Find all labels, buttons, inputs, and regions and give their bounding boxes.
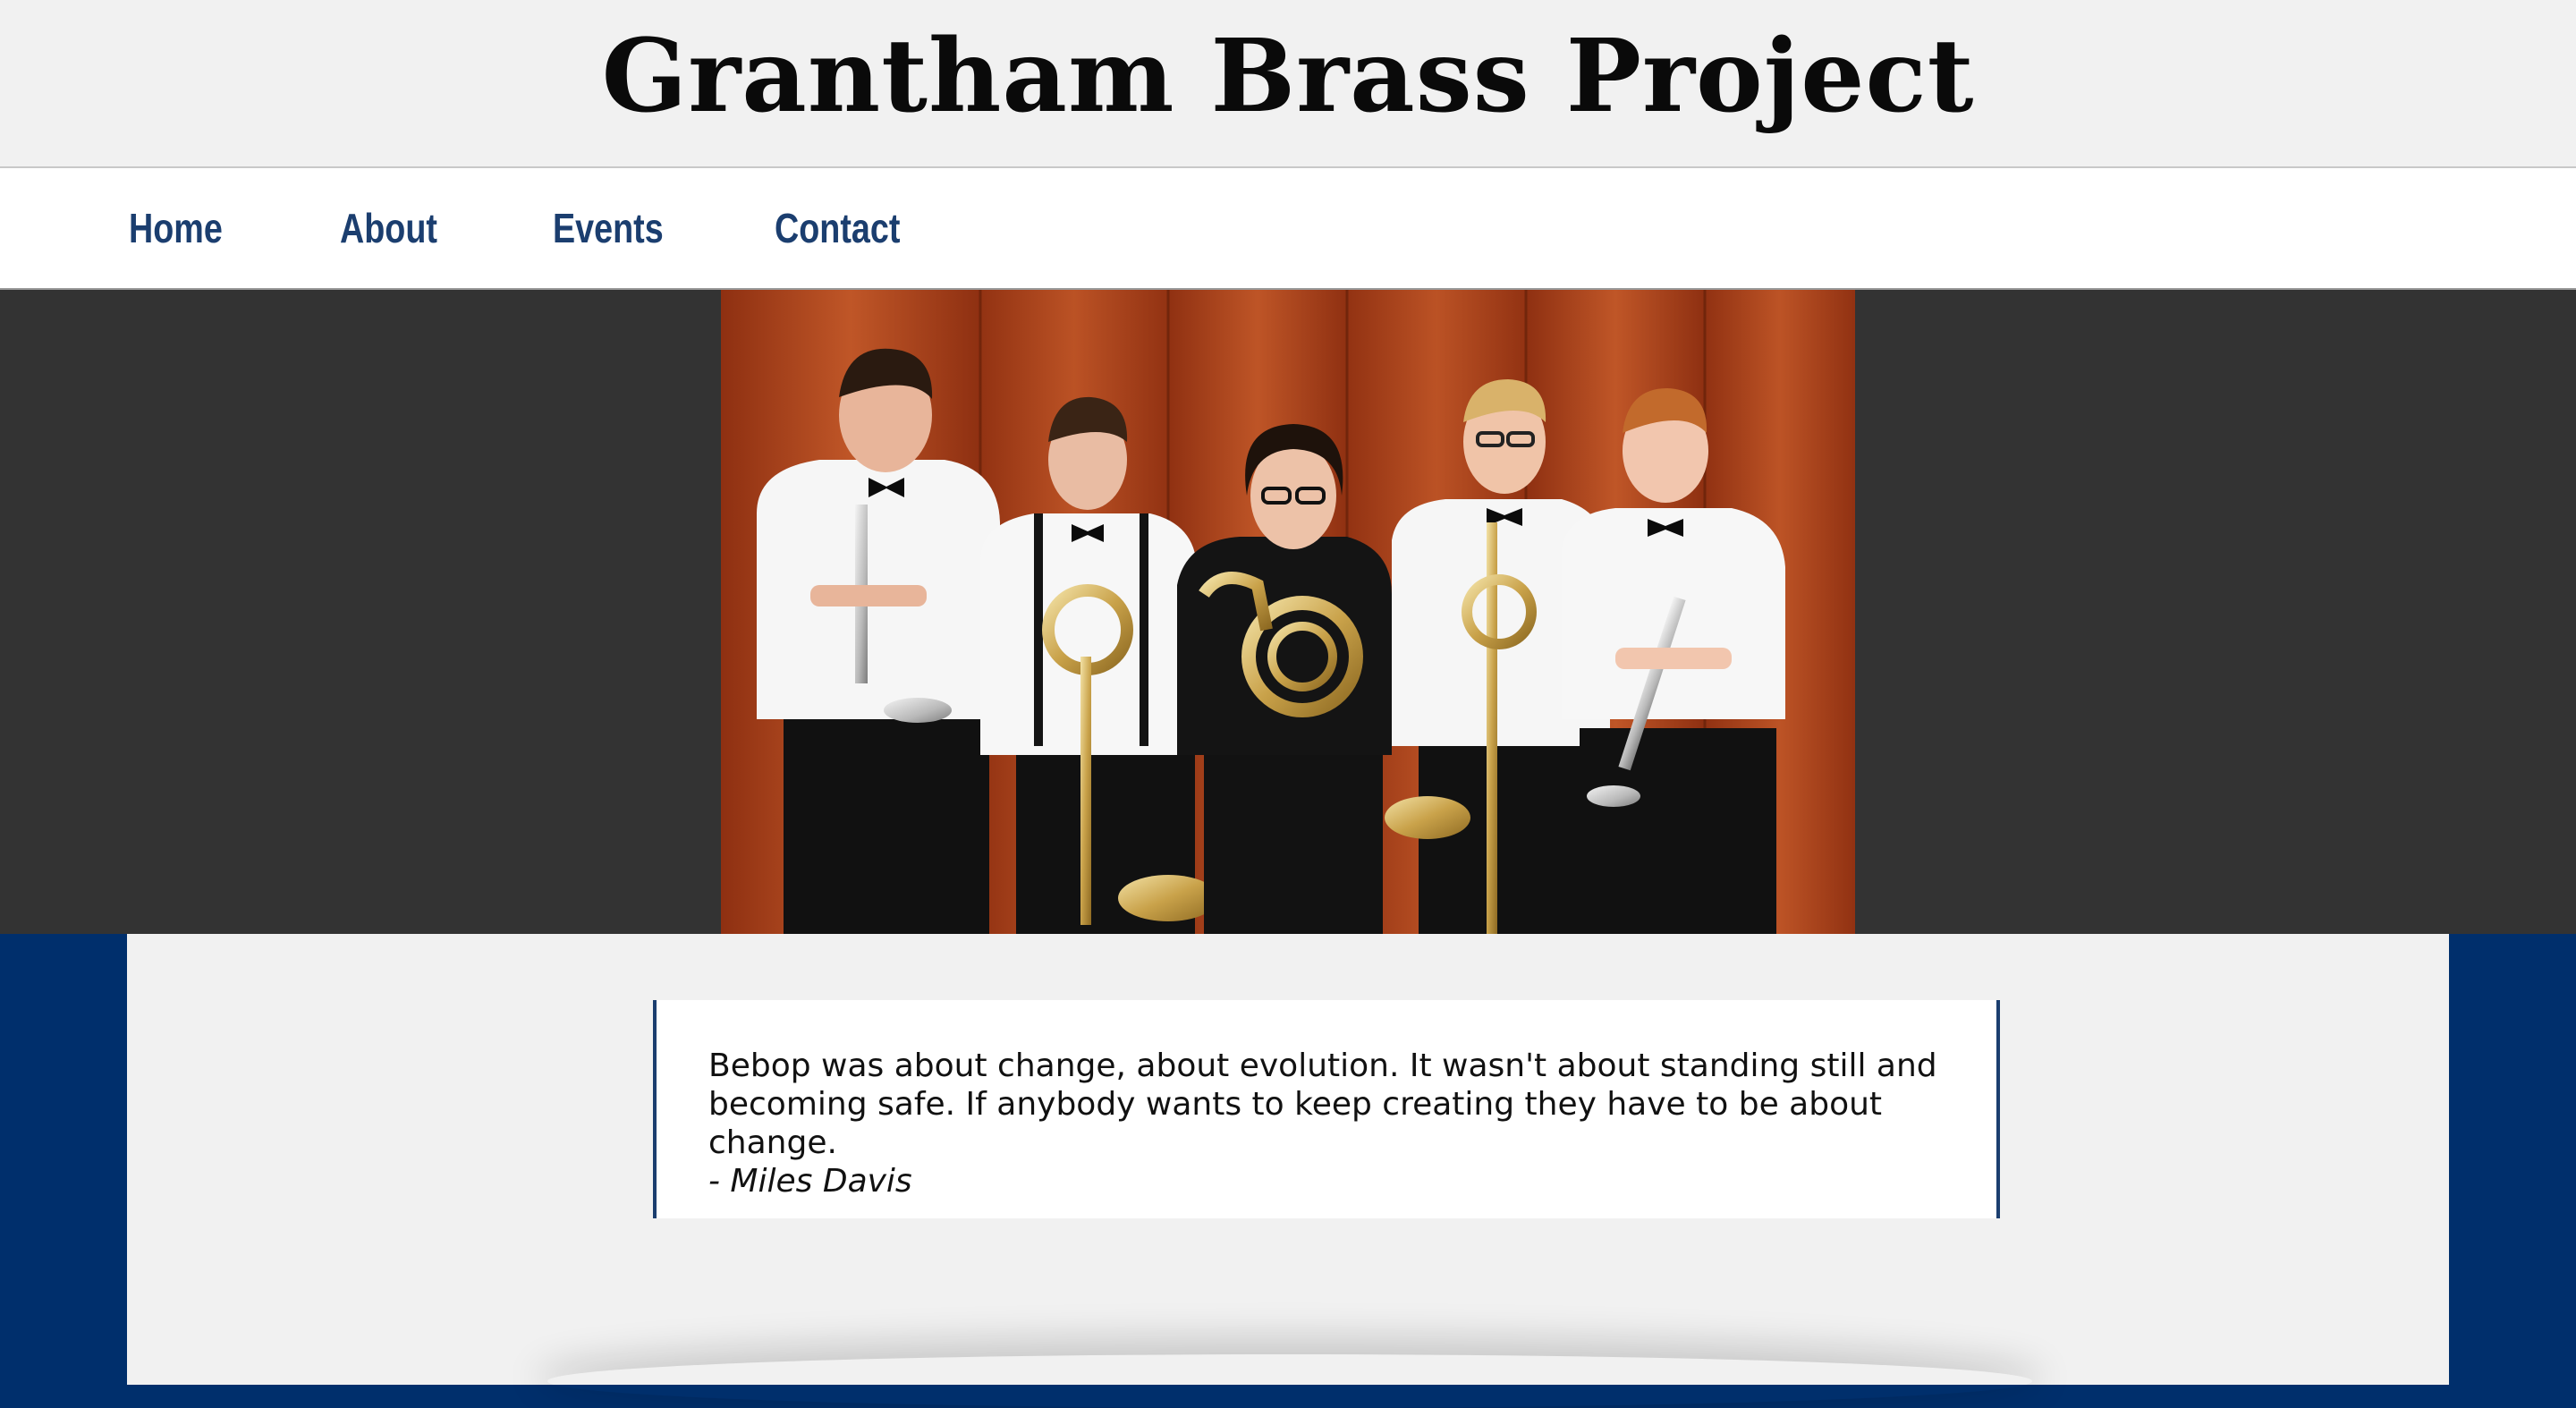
site-header: Grantham Brass Project xyxy=(0,0,2576,168)
hero-banner xyxy=(0,290,2576,934)
hero-photo xyxy=(721,290,1855,934)
nav-events-link[interactable]: Events xyxy=(553,197,664,259)
nav-home-link[interactable]: Home xyxy=(129,197,223,259)
content-area: Bebop was about change, about evolution.… xyxy=(127,934,2449,1385)
nav-about-link[interactable]: About xyxy=(340,197,437,259)
card-shadow xyxy=(547,1354,2032,1408)
quote-body: Bebop was about change, about evolution.… xyxy=(708,1048,1937,1161)
nav-contact-link[interactable]: Contact xyxy=(775,197,900,259)
main-nav: Home About Events Contact xyxy=(0,168,2576,290)
quote-author: - Miles Davis xyxy=(708,1163,912,1200)
site-title: Grantham Brass Project xyxy=(601,18,1975,135)
group-photo-illustration xyxy=(721,290,1855,934)
quote-text: Bebop was about change, about evolution.… xyxy=(708,1047,1943,1200)
quote-block: Bebop was about change, about evolution.… xyxy=(653,1000,2000,1218)
